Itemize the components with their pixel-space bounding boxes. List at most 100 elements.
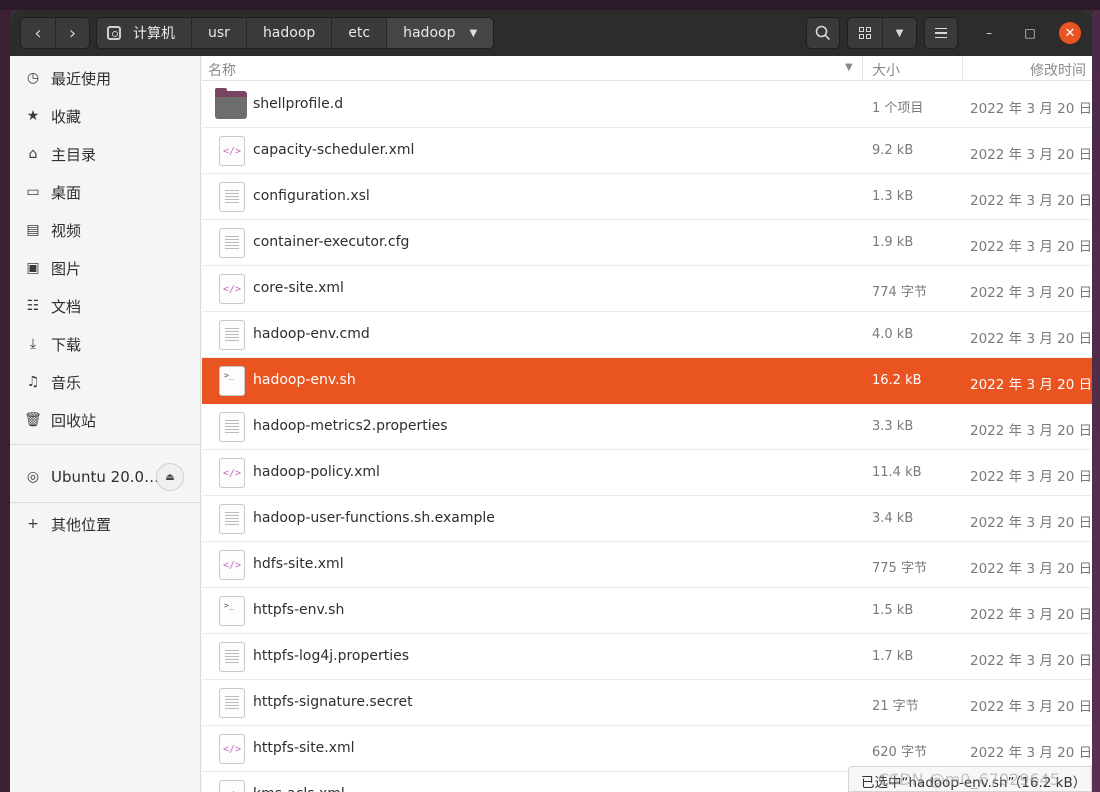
file-name: httpfs-env.sh — [253, 602, 345, 618]
text-file-icon — [219, 320, 245, 350]
view-buttons: ▼ — [847, 17, 917, 49]
grid-view-button[interactable] — [848, 18, 882, 48]
file-row[interactable]: </> hdfs-site.xml 775 字节 2022 年 3 月 20 日 — [202, 542, 1092, 588]
file-size: 1.3 kB — [872, 189, 914, 204]
close-button[interactable]: ✕ — [1059, 22, 1081, 44]
sidebar-item-documents[interactable]: ☷ 文档 — [10, 287, 200, 325]
file-row[interactable]: </> capacity-scheduler.xml 9.2 kB 2022 年 3 … — [202, 128, 1092, 174]
music-icon: ♫ — [26, 374, 40, 390]
text-file-icon — [219, 504, 245, 534]
file-name: capacity-scheduler.xml — [253, 142, 415, 158]
eject-button[interactable]: ⏏ — [156, 463, 184, 491]
sidebar-item-trash[interactable]: 🗑︎ 回收站 — [10, 401, 200, 439]
drive-icon — [107, 26, 121, 40]
file-name: container-executor.cfg — [253, 234, 410, 250]
file-name: httpfs-site.xml — [253, 740, 355, 756]
file-modified: 2022 年 3 月 20 日 — [970, 377, 1092, 393]
sidebar-item-other-locations[interactable]: + 其他位置 — [10, 505, 200, 543]
search-button[interactable] — [806, 17, 840, 49]
minimize-button[interactable]: – — [978, 22, 1000, 44]
sidebar-item-label: 文档 — [51, 297, 82, 316]
crumb-current-hadoop[interactable]: hadoop ▼ — [386, 18, 494, 48]
crumb-usr[interactable]: usr — [191, 18, 246, 48]
sidebar-item-music[interactable]: ♫ 音乐 — [10, 363, 200, 401]
file-row[interactable]: </> core-site.xml 774 字节 2022 年 3 月 20 日 — [202, 266, 1092, 312]
trash-icon: 🗑︎ — [24, 412, 42, 428]
column-size-header[interactable]: 大小 — [872, 60, 900, 80]
file-name: shellprofile.d — [253, 96, 344, 112]
sidebar-divider — [10, 444, 200, 445]
file-name: hadoop-env.cmd — [253, 326, 370, 342]
desktop-background — [1092, 10, 1100, 792]
file-size: 3.4 kB — [872, 511, 914, 526]
file-name: httpfs-log4j.properties — [253, 648, 410, 664]
file-name: configuration.xsl — [253, 188, 370, 204]
file-modified: 2022 年 3 月 20 日 — [970, 147, 1092, 163]
sidebar-item-label: 音乐 — [51, 373, 82, 392]
xml-file-icon: </> — [219, 550, 245, 580]
file-modified: 2022 年 3 月 20 日 — [970, 285, 1092, 301]
text-file-icon — [219, 642, 245, 672]
file-row[interactable]: hadoop-user-functions.sh.example 3.4 kB 20… — [202, 496, 1092, 542]
file-row[interactable]: httpfs-log4j.properties 1.7 kB 2022 年 3 月 … — [202, 634, 1092, 680]
menu-button[interactable] — [924, 17, 958, 49]
maximize-button[interactable]: □ — [1019, 22, 1041, 44]
file-row[interactable]: container-executor.cfg 1.9 kB 2022 年 3 月 2… — [202, 220, 1092, 266]
column-divider — [962, 56, 963, 81]
eject-icon: ⏏ — [165, 471, 175, 483]
sidebar-item-home[interactable]: ⌂ 主目录 — [10, 135, 200, 173]
sidebar-item-videos[interactable]: ▤ 视频 — [10, 211, 200, 249]
xml-file-icon: </> — [219, 780, 245, 792]
sidebar-item-downloads[interactable]: ⤓ 下载 — [10, 325, 200, 363]
xml-file-icon: </> — [219, 458, 245, 488]
path-bar: 计算机 usr hadoop etc hadoop ▼ — [96, 17, 495, 49]
chevron-right-icon: › — [68, 22, 77, 44]
file-row[interactable]: shellprofile.d 1 个项目 2022 年 3 月 20 日 — [202, 82, 1092, 128]
xml-file-icon: </> — [219, 274, 245, 304]
file-size: 11.4 kB — [872, 465, 922, 480]
crumb-label: usr — [208, 25, 230, 41]
forward-button[interactable]: › — [54, 18, 89, 48]
file-size: 9.2 kB — [872, 143, 914, 158]
column-divider — [862, 56, 863, 81]
clock-icon: ◷ — [26, 70, 40, 86]
file-manager-window: ‹ › 计算机 usr hadoop etc hadoop ▼ ▼ – □ ✕ … — [10, 10, 1092, 792]
sidebar-item-label: 桌面 — [51, 183, 82, 202]
view-options-button[interactable]: ▼ — [881, 18, 916, 48]
file-row[interactable]: >_ httpfs-env.sh 1.5 kB 2022 年 3 月 20 日 — [202, 588, 1092, 634]
file-row[interactable]: </> hadoop-policy.xml 11.4 kB 2022 年 3 月 20… — [202, 450, 1092, 496]
folder-icon — [215, 88, 247, 119]
file-size: 4.0 kB — [872, 327, 914, 342]
file-row[interactable]: configuration.xsl 1.3 kB 2022 年 3 月 20 日 — [202, 174, 1092, 220]
sidebar-item-starred[interactable]: ★ 收藏 — [10, 97, 200, 135]
minimize-icon: – — [986, 26, 992, 40]
shell-script-icon: >_ — [219, 366, 245, 396]
crumb-etc[interactable]: etc — [331, 18, 387, 48]
document-icon: ☷ — [26, 298, 40, 314]
column-name-header[interactable]: 名称 — [208, 60, 236, 80]
sidebar-item-label: 其他位置 — [51, 515, 112, 534]
text-file-icon — [219, 182, 245, 212]
grid-icon — [858, 27, 871, 39]
file-row[interactable]: httpfs-signature.secret 21 字节 2022 年 3 月 2… — [202, 680, 1092, 726]
text-file-icon — [219, 688, 245, 718]
back-button[interactable]: ‹ — [21, 18, 55, 48]
crumb-hadoop[interactable]: hadoop — [245, 18, 332, 48]
file-row[interactable]: hadoop-env.cmd 4.0 kB 2022 年 3 月 20 日 — [202, 312, 1092, 358]
column-modified-header[interactable]: 修改时间 — [1030, 60, 1086, 80]
file-modified: 2022 年 3 月 20 日 — [970, 239, 1092, 255]
crumb-computer[interactable]: 计算机 — [97, 18, 191, 48]
sidebar-item-pictures[interactable]: ▣ 图片 — [10, 249, 200, 287]
sidebar-item-label: 视频 — [51, 221, 82, 240]
file-size: 775 字节 — [872, 561, 927, 576]
file-name: hadoop-env.sh — [253, 372, 356, 388]
sidebar-item-recent[interactable]: ◷ 最近使用 — [10, 59, 200, 97]
file-row-selected[interactable]: >_ hadoop-env.sh 16.2 kB 2022 年 3 月 20 日 — [202, 358, 1092, 404]
file-modified: 2022 年 3 月 20 日 — [970, 515, 1092, 531]
file-size: 620 字节 — [872, 745, 927, 760]
dropdown-arrow-icon: ▼ — [469, 27, 478, 39]
file-modified: 2022 年 3 月 20 日 — [970, 469, 1092, 485]
file-row[interactable]: hadoop-metrics2.properties 3.3 kB 2022 年 3… — [202, 404, 1092, 450]
file-size: 1.5 kB — [872, 603, 914, 618]
sidebar-item-desktop[interactable]: ▭ 桌面 — [10, 173, 200, 211]
